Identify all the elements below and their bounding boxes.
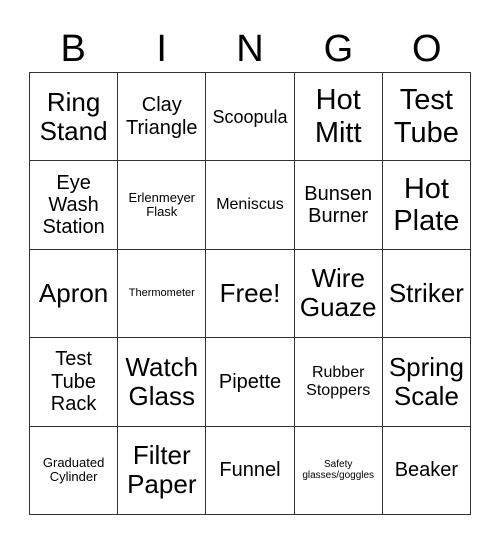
cell-text: Pipette: [218, 370, 282, 393]
bingo-cell[interactable]: Test Tube Rack: [30, 338, 119, 427]
header-letter-n: N: [236, 28, 264, 70]
bingo-cell[interactable]: Eye Wash Station: [30, 161, 119, 250]
bingo-cell[interactable]: Spring Scale: [382, 338, 471, 427]
bingo-cell[interactable]: Clay Triangle: [118, 73, 207, 162]
cell-text: Rubber Stoppers: [306, 363, 371, 399]
cell-text: Test Tube Rack: [50, 348, 97, 416]
cell-text: Spring Scale: [388, 351, 464, 411]
bingo-header: B I N G O: [29, 25, 471, 73]
cell-text: Ring Stand: [39, 86, 108, 146]
cell-text: Beaker: [394, 459, 459, 482]
bingo-cell[interactable]: Beaker: [382, 426, 471, 515]
cell-text: Striker: [388, 277, 464, 308]
cell-text: Hot Plate: [393, 172, 460, 238]
cell-text: Graduated Cylinder: [42, 454, 105, 485]
cell-text: Eye Wash Station: [42, 171, 105, 239]
bingo-cell[interactable]: Hot Mitt: [294, 73, 383, 162]
bingo-cell[interactable]: Wire Guaze: [294, 249, 383, 339]
cell-text: Watch Glass: [125, 351, 199, 411]
cell-text: Scoopula: [212, 106, 288, 127]
header-letter-g: G: [323, 28, 354, 70]
header-letter-i: I: [156, 28, 167, 70]
bingo-cell[interactable]: Striker: [382, 249, 471, 339]
cell-text: Meniscus: [216, 196, 284, 214]
bingo-cell[interactable]: Bunsen Burner: [294, 161, 383, 250]
bingo-cell[interactable]: Test Tube: [382, 73, 471, 162]
cell-text: Erlenmeyer Flask: [128, 189, 196, 220]
bingo-cell[interactable]: Ring Stand: [30, 73, 119, 162]
bingo-cell[interactable]: Graduated Cylinder: [30, 426, 119, 515]
cell-text: Bunsen Burner: [304, 182, 373, 228]
bingo-cell[interactable]: Funnel: [206, 426, 295, 515]
bingo-cell[interactable]: Rubber Stoppers: [294, 338, 383, 427]
cell-text: Thermometer: [128, 287, 195, 300]
cell-text: Hot Mitt: [314, 84, 362, 149]
cell-text: Apron: [38, 277, 109, 308]
bingo-cell[interactable]: Hot Plate: [382, 161, 471, 250]
header-letter-o: O: [412, 28, 442, 70]
header-letter-b: B: [60, 28, 86, 70]
bingo-cell[interactable]: Safety glasses/goggles: [294, 426, 383, 515]
cell-text: Test Tube: [393, 84, 459, 149]
bingo-cell[interactable]: Erlenmeyer Flask: [118, 161, 207, 250]
bingo-cell[interactable]: Pipette: [206, 338, 295, 427]
bingo-cell[interactable]: Scoopula: [206, 73, 295, 162]
free-space-text: Free!: [219, 277, 281, 308]
bingo-cell[interactable]: Thermometer: [118, 249, 207, 339]
cell-text: Safety glasses/goggles: [302, 459, 375, 482]
bingo-grid: Ring Stand Clay Triangle Scoopula Hot Mi…: [29, 72, 471, 515]
bingo-cell[interactable]: Meniscus: [206, 161, 295, 250]
bingo-cell[interactable]: Apron: [30, 249, 119, 339]
cell-text: Wire Guaze: [299, 263, 377, 323]
free-space-cell[interactable]: Free!: [206, 249, 295, 339]
cell-text: Filter Paper: [127, 440, 197, 500]
cell-text: Funnel: [219, 459, 281, 482]
cell-text: Clay Triangle: [126, 94, 198, 139]
bingo-cell[interactable]: Watch Glass: [118, 338, 207, 427]
bingo-cell[interactable]: Filter Paper: [118, 426, 207, 515]
